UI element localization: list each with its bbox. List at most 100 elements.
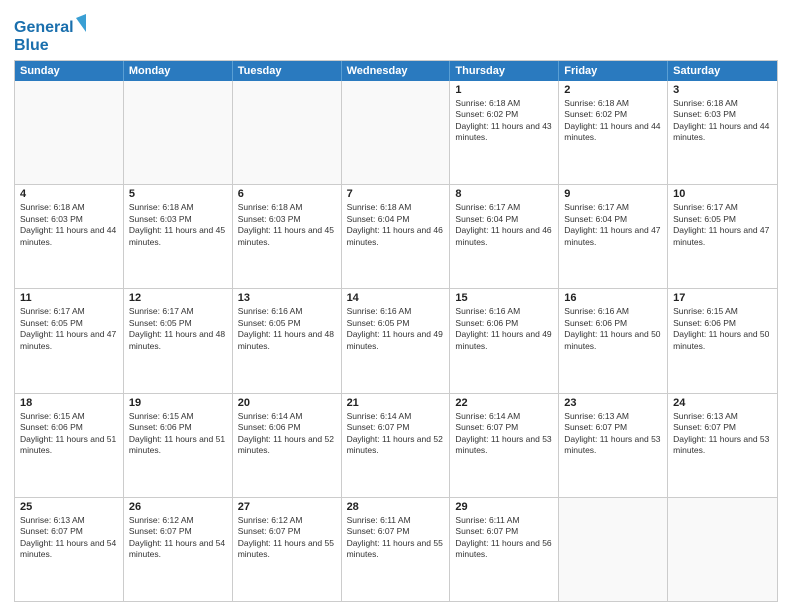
calendar-row: 25 Sunrise: 6:13 AM Sunset: 6:07 PM Dayli… bbox=[15, 497, 777, 601]
calendar-cell: 6 Sunrise: 6:18 AM Sunset: 6:03 PM Daylig… bbox=[233, 185, 342, 288]
calendar-cell: 2Sunrise: 6:18 AM Sunset: 6:02 PM Daylig… bbox=[559, 81, 668, 184]
cell-info: Sunrise: 6:12 AM Sunset: 6:07 PM Dayligh… bbox=[238, 515, 336, 561]
cell-day-number: 24 bbox=[673, 397, 772, 409]
cell-day-number: 18 bbox=[20, 397, 118, 409]
col-header-saturday: Saturday bbox=[668, 61, 777, 81]
calendar-cell: 14Sunrise: 6:16 AM Sunset: 6:05 PM Dayli… bbox=[342, 289, 451, 392]
calendar-cell bbox=[668, 498, 777, 601]
cell-day-number: 1 bbox=[455, 84, 553, 96]
logo-svg: GeneralBlue bbox=[14, 14, 94, 54]
cell-info: Sunrise: 6:18 AM Sunset: 6:02 PM Dayligh… bbox=[455, 98, 553, 144]
calendar-cell: 22 Sunrise: 6:14 AM Sunset: 6:07 PM Dayli… bbox=[450, 394, 559, 497]
calendar-cell: 10Sunrise: 6:17 AM Sunset: 6:05 PM Dayli… bbox=[668, 185, 777, 288]
calendar-cell: 24Sunrise: 6:13 AM Sunset: 6:07 PM Dayli… bbox=[668, 394, 777, 497]
calendar-row: 1 Sunrise: 6:18 AM Sunset: 6:02 PM Daylig… bbox=[15, 81, 777, 184]
calendar-body: 1 Sunrise: 6:18 AM Sunset: 6:02 PM Daylig… bbox=[15, 81, 777, 601]
calendar-row: 11 Sunrise: 6:17 AM Sunset: 6:05 PM Dayli… bbox=[15, 288, 777, 392]
cell-info: Sunrise: 6:12 AM Sunset: 6:07 PM Dayligh… bbox=[129, 515, 227, 561]
calendar-cell: 25 Sunrise: 6:13 AM Sunset: 6:07 PM Dayli… bbox=[15, 498, 124, 601]
calendar-cell: 9Sunrise: 6:17 AM Sunset: 6:04 PM Daylig… bbox=[559, 185, 668, 288]
col-header-friday: Friday bbox=[559, 61, 668, 81]
calendar-header: SundayMondayTuesdayWednesdayThursdayFrid… bbox=[15, 61, 777, 81]
calendar-cell: 18Sunrise: 6:15 AM Sunset: 6:06 PM Dayli… bbox=[15, 394, 124, 497]
calendar-cell: 5 Sunrise: 6:18 AM Sunset: 6:03 PM Daylig… bbox=[124, 185, 233, 288]
cell-day-number: 3 bbox=[673, 84, 772, 96]
cell-info: Sunrise: 6:18 AM Sunset: 6:03 PM Dayligh… bbox=[673, 98, 772, 144]
svg-text:Blue: Blue bbox=[14, 37, 49, 54]
calendar-cell: 8 Sunrise: 6:17 AM Sunset: 6:04 PM Daylig… bbox=[450, 185, 559, 288]
calendar-cell: 23Sunrise: 6:13 AM Sunset: 6:07 PM Dayli… bbox=[559, 394, 668, 497]
cell-day-number: 27 bbox=[238, 501, 336, 513]
cell-info: Sunrise: 6:18 AM Sunset: 6:02 PM Dayligh… bbox=[564, 98, 662, 144]
calendar-cell: 4 Sunrise: 6:18 AM Sunset: 6:03 PM Daylig… bbox=[15, 185, 124, 288]
cell-info: Sunrise: 6:14 AM Sunset: 6:06 PM Dayligh… bbox=[238, 411, 336, 457]
col-header-thursday: Thursday bbox=[450, 61, 559, 81]
header: GeneralBlue bbox=[14, 10, 778, 54]
col-header-sunday: Sunday bbox=[15, 61, 124, 81]
cell-day-number: 25 bbox=[20, 501, 118, 513]
cell-info: Sunrise: 6:18 AM Sunset: 6:03 PM Dayligh… bbox=[238, 202, 336, 248]
cell-info: Sunrise: 6:17 AM Sunset: 6:04 PM Dayligh… bbox=[455, 202, 553, 248]
cell-day-number: 28 bbox=[347, 501, 445, 513]
cell-info: Sunrise: 6:16 AM Sunset: 6:05 PM Dayligh… bbox=[238, 306, 336, 352]
cell-day-number: 16 bbox=[564, 292, 662, 304]
col-header-wednesday: Wednesday bbox=[342, 61, 451, 81]
cell-day-number: 8 bbox=[455, 188, 553, 200]
calendar-row: 18 Sunrise: 6:15 AM Sunset: 6:06 PM Dayli… bbox=[15, 393, 777, 497]
calendar-cell: 29 Sunrise: 6:11 AM Sunset: 6:07 PM Dayli… bbox=[450, 498, 559, 601]
cell-day-number: 9 bbox=[564, 188, 662, 200]
calendar-cell bbox=[15, 81, 124, 184]
cell-info: Sunrise: 6:14 AM Sunset: 6:07 PM Dayligh… bbox=[347, 411, 445, 457]
calendar-cell bbox=[233, 81, 342, 184]
cell-info: Sunrise: 6:15 AM Sunset: 6:06 PM Dayligh… bbox=[129, 411, 227, 457]
cell-day-number: 21 bbox=[347, 397, 445, 409]
calendar-cell: 12 Sunrise: 6:17 AM Sunset: 6:05 PM Dayli… bbox=[124, 289, 233, 392]
calendar-cell bbox=[559, 498, 668, 601]
cell-info: Sunrise: 6:18 AM Sunset: 6:03 PM Dayligh… bbox=[20, 202, 118, 248]
cell-day-number: 22 bbox=[455, 397, 553, 409]
cell-day-number: 15 bbox=[455, 292, 553, 304]
col-header-monday: Monday bbox=[124, 61, 233, 81]
calendar-cell: 17 Sunrise: 6:15 AM Sunset: 6:06 PM Dayli… bbox=[668, 289, 777, 392]
logo: GeneralBlue bbox=[14, 14, 94, 54]
calendar-cell: 11 Sunrise: 6:17 AM Sunset: 6:05 PM Dayli… bbox=[15, 289, 124, 392]
cell-info: Sunrise: 6:17 AM Sunset: 6:05 PM Dayligh… bbox=[129, 306, 227, 352]
calendar-cell bbox=[342, 81, 451, 184]
calendar-cell: 7Sunrise: 6:18 AM Sunset: 6:04 PM Daylig… bbox=[342, 185, 451, 288]
calendar-cell: 1 Sunrise: 6:18 AM Sunset: 6:02 PM Daylig… bbox=[450, 81, 559, 184]
cell-info: Sunrise: 6:13 AM Sunset: 6:07 PM Dayligh… bbox=[20, 515, 118, 561]
cell-day-number: 10 bbox=[673, 188, 772, 200]
cell-day-number: 26 bbox=[129, 501, 227, 513]
cell-day-number: 29 bbox=[455, 501, 553, 513]
calendar-cell: 28 Sunrise: 6:11 AM Sunset: 6:07 PM Dayli… bbox=[342, 498, 451, 601]
calendar-cell: 3 Sunrise: 6:18 AM Sunset: 6:03 PM Daylig… bbox=[668, 81, 777, 184]
cell-info: Sunrise: 6:17 AM Sunset: 6:05 PM Dayligh… bbox=[20, 306, 118, 352]
cell-info: Sunrise: 6:15 AM Sunset: 6:06 PM Dayligh… bbox=[673, 306, 772, 352]
calendar-cell: 26 Sunrise: 6:12 AM Sunset: 6:07 PM Dayli… bbox=[124, 498, 233, 601]
cell-day-number: 14 bbox=[347, 292, 445, 304]
cell-info: Sunrise: 6:11 AM Sunset: 6:07 PM Dayligh… bbox=[347, 515, 445, 561]
calendar: SundayMondayTuesdayWednesdayThursdayFrid… bbox=[14, 60, 778, 602]
cell-day-number: 4 bbox=[20, 188, 118, 200]
cell-info: Sunrise: 6:11 AM Sunset: 6:07 PM Dayligh… bbox=[455, 515, 553, 561]
cell-day-number: 12 bbox=[129, 292, 227, 304]
calendar-cell: 13 Sunrise: 6:16 AM Sunset: 6:05 PM Dayli… bbox=[233, 289, 342, 392]
cell-info: Sunrise: 6:14 AM Sunset: 6:07 PM Dayligh… bbox=[455, 411, 553, 457]
calendar-cell: 16 Sunrise: 6:16 AM Sunset: 6:06 PM Dayli… bbox=[559, 289, 668, 392]
calendar-cell: 21 Sunrise: 6:14 AM Sunset: 6:07 PM Dayli… bbox=[342, 394, 451, 497]
calendar-cell: 20Sunrise: 6:14 AM Sunset: 6:06 PM Dayli… bbox=[233, 394, 342, 497]
calendar-row: 4 Sunrise: 6:18 AM Sunset: 6:03 PM Daylig… bbox=[15, 184, 777, 288]
cell-day-number: 17 bbox=[673, 292, 772, 304]
cell-day-number: 5 bbox=[129, 188, 227, 200]
cell-day-number: 6 bbox=[238, 188, 336, 200]
cell-day-number: 23 bbox=[564, 397, 662, 409]
cell-info: Sunrise: 6:18 AM Sunset: 6:03 PM Dayligh… bbox=[129, 202, 227, 248]
cell-day-number: 19 bbox=[129, 397, 227, 409]
cell-day-number: 11 bbox=[20, 292, 118, 304]
calendar-cell bbox=[124, 81, 233, 184]
svg-text:General: General bbox=[14, 19, 74, 36]
cell-info: Sunrise: 6:16 AM Sunset: 6:06 PM Dayligh… bbox=[564, 306, 662, 352]
cell-info: Sunrise: 6:18 AM Sunset: 6:04 PM Dayligh… bbox=[347, 202, 445, 248]
calendar-cell: 15Sunrise: 6:16 AM Sunset: 6:06 PM Dayli… bbox=[450, 289, 559, 392]
cell-day-number: 13 bbox=[238, 292, 336, 304]
